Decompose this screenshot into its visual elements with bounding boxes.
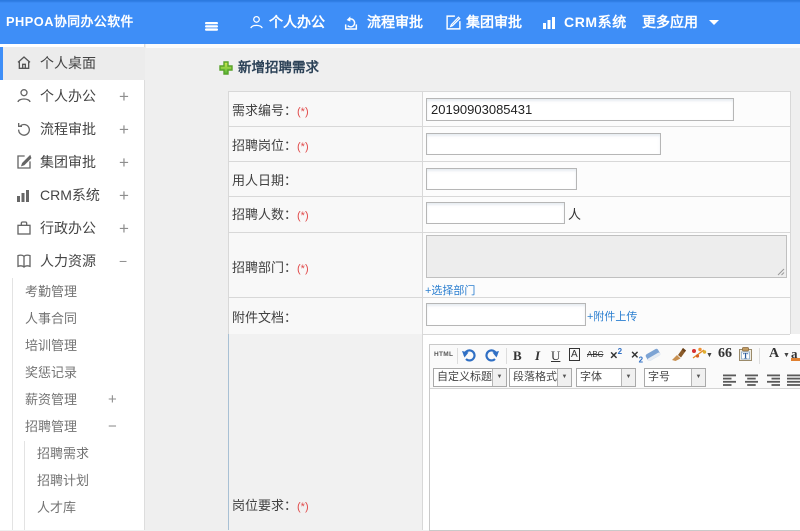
svg-text:T: T [743, 352, 749, 361]
